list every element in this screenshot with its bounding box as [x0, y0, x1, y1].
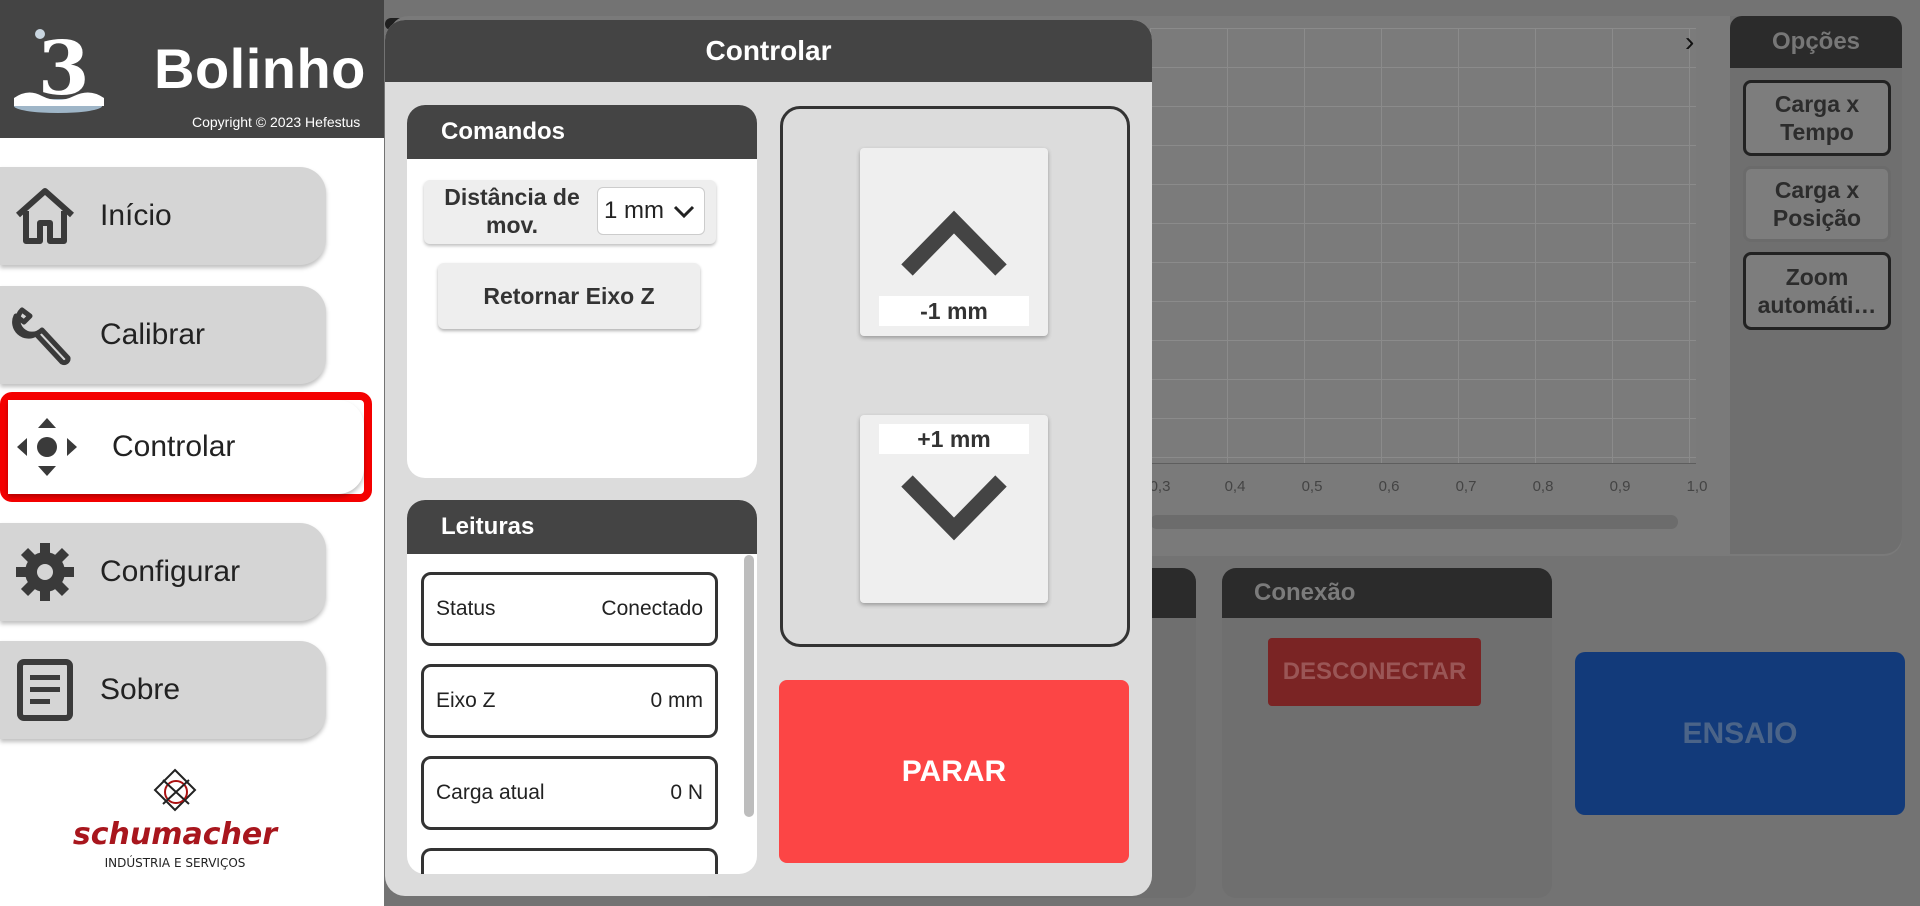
svg-text:schumacher: schumacher — [73, 817, 279, 852]
chevron-up-icon — [901, 210, 1007, 276]
sidebar-item-sobre[interactable]: Sobre — [0, 641, 326, 739]
app-brand: Bolinho — [154, 37, 366, 100]
chart-x-tick: 0,4 — [1224, 478, 1246, 495]
sidebar-item-label: Início — [100, 199, 172, 232]
reading-eixo-z: Eixo Z 0 mm — [421, 664, 718, 738]
reading-carga-atual: Carga atual 0 N — [421, 756, 718, 830]
reading-row-partial — [421, 848, 718, 874]
chart-x-tick: 0,7 — [1455, 478, 1477, 495]
sidebar-item-label: Controlar — [112, 430, 236, 463]
chevron-down-icon — [673, 205, 695, 219]
svg-text:INDÚSTRIA E SERVIÇOS: INDÚSTRIA E SERVIÇOS — [105, 855, 246, 870]
chart-x-tick: 0,9 — [1609, 478, 1631, 495]
distance-label: Distância de mov. — [444, 184, 580, 238]
reading-status: Status Conectado — [421, 572, 718, 646]
sidebar-item-label: Calibrar — [100, 318, 206, 351]
sidebar-item-inicio[interactable]: Início — [0, 167, 326, 265]
sidebar-item-configurar[interactable]: Configurar — [0, 523, 326, 621]
ensaio-button[interactable]: ENSAIO — [1575, 652, 1905, 815]
sidebar-item-label: Sobre — [100, 673, 181, 706]
home-icon — [16, 188, 74, 244]
wrench-icon — [12, 307, 71, 366]
jog-down-label: +1 mm — [879, 424, 1029, 454]
document-icon — [17, 659, 73, 721]
readings-scrollbar[interactable] — [744, 555, 754, 817]
commands-title: Comandos — [407, 105, 757, 159]
distance-value: 1 mm — [604, 197, 664, 224]
carga-posicao-button[interactable]: Carga x Posição — [1743, 166, 1891, 242]
carga-tempo-button[interactable]: Carga x Tempo — [1743, 80, 1891, 156]
chart-plot-area — [1150, 28, 1696, 464]
chart-scrollbar[interactable] — [1150, 515, 1678, 529]
svg-text:3: 3 — [38, 26, 90, 112]
schumacher-logo: schumacher INDÚSTRIA E SERVIÇOS — [73, 768, 279, 870]
chevron-down-icon — [901, 475, 1007, 541]
connection-title: Conexão — [1222, 568, 1552, 618]
copyright-text: Copyright © 2023 Hefestus — [192, 114, 361, 130]
chart-x-tick: 0,5 — [1301, 478, 1323, 495]
options-title: Opções — [1730, 16, 1902, 68]
chevron-right-icon[interactable]: › — [1685, 26, 1694, 58]
modal-title: Controlar — [385, 20, 1152, 82]
stop-button[interactable]: PARAR — [779, 680, 1129, 863]
zoom-automatico-button[interactable]: Zoom automáti… — [1743, 252, 1891, 330]
sidebar-item-label: Configurar — [100, 555, 241, 588]
chart-x-tick: 0,6 — [1378, 478, 1400, 495]
disconnect-button[interactable]: DESCONECTAR — [1268, 638, 1481, 706]
jog-up-label: -1 mm — [879, 296, 1029, 326]
chart-x-tick: 1,0 — [1686, 478, 1708, 495]
sidebar-item-controlar[interactable]: Controlar — [0, 392, 372, 502]
return-z-axis-button[interactable]: Retornar Eixo Z — [438, 263, 700, 329]
chart-x-tick: 0,8 — [1532, 478, 1554, 495]
distance-select[interactable]: 1 mm — [597, 187, 705, 235]
sidebar-item-calibrar[interactable]: Calibrar — [0, 286, 326, 384]
move-arrows-icon — [17, 418, 77, 476]
gear-icon — [16, 543, 74, 601]
bolinho-logo: 3 — [14, 26, 104, 113]
readings-title: Leituras — [407, 500, 757, 554]
